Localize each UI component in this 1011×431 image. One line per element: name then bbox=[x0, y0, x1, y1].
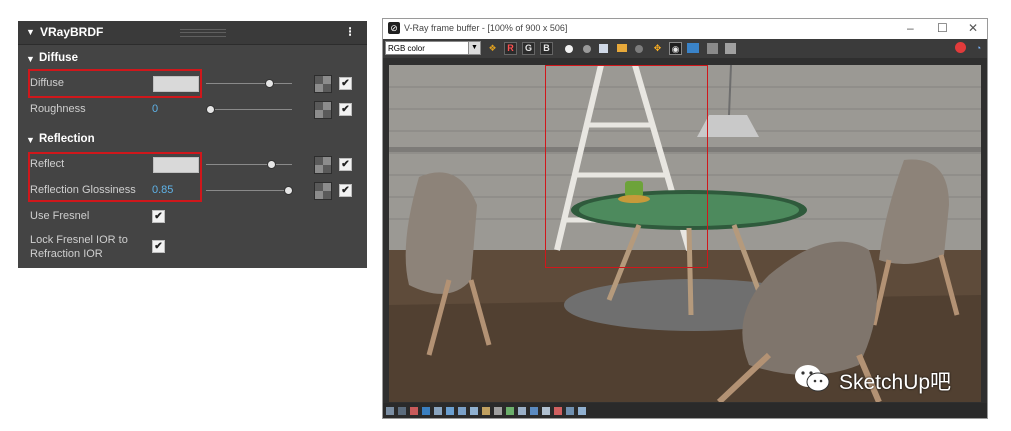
lock-fresnel-row: Lock Fresnel IOR to Refraction IOR ✔ bbox=[18, 232, 367, 264]
roughness-slider-track[interactable] bbox=[206, 109, 292, 110]
lock-fresnel-checkbox[interactable]: ✔ bbox=[152, 240, 165, 253]
roughness-value[interactable]: 0 bbox=[152, 103, 158, 115]
levels-icon[interactable] bbox=[494, 407, 502, 415]
wechat-icon bbox=[795, 365, 830, 392]
render-region-box[interactable] bbox=[545, 65, 708, 268]
section-reflection[interactable]: ▼ Reflection bbox=[18, 130, 367, 150]
hue-saturation-icon[interactable] bbox=[470, 407, 478, 415]
reflection-glossiness-texture-map-icon[interactable] bbox=[314, 182, 332, 200]
panel-title: VRayBRDF bbox=[40, 25, 104, 39]
lens-effects-icon[interactable] bbox=[422, 407, 430, 415]
collapse-icon[interactable]: ▼ bbox=[26, 54, 35, 64]
reflect-slider-knob[interactable] bbox=[267, 160, 276, 169]
lock-fresnel-label-line1: Lock Fresnel IOR to bbox=[30, 234, 128, 246]
clear-image-icon[interactable] bbox=[635, 45, 643, 53]
close-icon[interactable]: ✕ bbox=[968, 21, 978, 35]
monochrome-icon[interactable] bbox=[583, 45, 591, 53]
save-image-icon[interactable] bbox=[599, 44, 608, 53]
alpha-channel-icon[interactable] bbox=[565, 45, 573, 53]
chevron-down-icon[interactable]: ▼ bbox=[468, 42, 480, 54]
more-options-icon[interactable]: ⁝ bbox=[348, 24, 352, 40]
load-image-icon[interactable] bbox=[617, 44, 627, 52]
exposure-icon[interactable] bbox=[446, 407, 454, 415]
color-balance-icon[interactable] bbox=[482, 407, 490, 415]
reflection-highlight-box bbox=[28, 152, 202, 202]
section-diffuse[interactable]: ▼ Diffuse bbox=[18, 49, 367, 69]
reflect-slider-track[interactable] bbox=[206, 164, 292, 165]
vray-frame-buffer-window: ⊘ V-Ray frame buffer - [100% of 900 x 50… bbox=[382, 18, 988, 419]
vraybrdf-panel: ▼ VRayBRDF ⁝ ▼ Diffuse Diffuse ✔ Roughne… bbox=[18, 21, 367, 268]
panel-header[interactable]: ▼ VRayBRDF ⁝ bbox=[18, 21, 367, 45]
white-balance-icon[interactable] bbox=[458, 407, 466, 415]
channel-select-value: RGB color bbox=[388, 44, 425, 53]
roughness-label: Roughness bbox=[30, 103, 86, 115]
diffuse-texture-map-icon[interactable] bbox=[314, 75, 332, 93]
collapse-icon[interactable]: ▼ bbox=[26, 135, 35, 145]
blue-channel-button[interactable]: B bbox=[540, 42, 553, 55]
render-canvas[interactable]: SketchUp吧 bbox=[389, 65, 981, 402]
reflection-glossiness-slider-knob[interactable] bbox=[284, 186, 293, 195]
ocio-icon[interactable] bbox=[542, 407, 550, 415]
use-fresnel-row: Use Fresnel ✔ bbox=[18, 206, 367, 228]
drag-grip-icon[interactable] bbox=[180, 29, 226, 37]
red-channel-button[interactable]: R bbox=[504, 42, 517, 55]
background-image-icon[interactable] bbox=[518, 407, 526, 415]
window-titlebar[interactable]: ⊘ V-Ray frame buffer - [100% of 900 x 50… bbox=[383, 19, 987, 39]
history-icon[interactable] bbox=[386, 407, 394, 415]
roughness-row: Roughness 0 ✔ bbox=[18, 99, 367, 121]
diffuse-highlight-box bbox=[28, 69, 202, 98]
window-title: V-Ray frame buffer - [100% of 900 x 506] bbox=[404, 23, 568, 33]
track-mouse-icon[interactable]: ✥ bbox=[651, 42, 664, 55]
vfb-statusbar bbox=[383, 403, 987, 418]
image-info-icon[interactable] bbox=[398, 407, 406, 415]
display-correction-icon[interactable] bbox=[566, 407, 574, 415]
diffuse-slider-knob[interactable] bbox=[265, 79, 274, 88]
vfb-toolbar: RGB color ▼ ❖ R G B ✥ ◉ ◔ bbox=[383, 39, 987, 58]
lut-icon[interactable] bbox=[530, 407, 538, 415]
reflection-glossiness-enable-checkbox[interactable]: ✔ bbox=[339, 184, 352, 197]
stop-render-icon[interactable] bbox=[955, 42, 966, 53]
section-label: Diffuse bbox=[39, 52, 78, 64]
diffuse-slider-track[interactable] bbox=[206, 83, 292, 84]
curve-icon[interactable] bbox=[506, 407, 514, 415]
link-to-viewport-icon[interactable] bbox=[687, 43, 699, 53]
reflect-enable-checkbox[interactable]: ✔ bbox=[339, 158, 352, 171]
region-render-icon[interactable] bbox=[707, 43, 718, 54]
color-correction-icon[interactable] bbox=[410, 407, 418, 415]
render-icon[interactable]: ◔ bbox=[972, 42, 985, 55]
roughness-enable-checkbox[interactable]: ✔ bbox=[339, 103, 352, 116]
channel-select[interactable]: RGB color ▼ bbox=[385, 41, 481, 55]
render-region-icon[interactable]: ◉ bbox=[669, 42, 682, 55]
color-wheel-icon[interactable]: ❖ bbox=[486, 42, 499, 55]
reflect-texture-map-icon[interactable] bbox=[314, 156, 332, 174]
watermark-text: SketchUp吧 bbox=[839, 371, 952, 394]
use-fresnel-label: Use Fresnel bbox=[30, 210, 90, 222]
collapse-icon[interactable]: ▼ bbox=[26, 27, 35, 37]
section-label: Reflection bbox=[39, 133, 95, 145]
roughness-slider-knob[interactable] bbox=[206, 105, 215, 114]
diffuse-enable-checkbox[interactable]: ✔ bbox=[339, 77, 352, 90]
pixel-aspect-icon[interactable] bbox=[578, 407, 586, 415]
stereo-icon[interactable] bbox=[434, 407, 442, 415]
green-channel-button[interactable]: G bbox=[522, 42, 535, 55]
vray-logo-icon: ⊘ bbox=[388, 22, 400, 34]
maximize-icon[interactable]: ☐ bbox=[937, 21, 948, 35]
reflection-glossiness-slider-track[interactable] bbox=[206, 190, 292, 191]
minimize-icon[interactable]: – bbox=[907, 21, 914, 35]
last-render-icon[interactable] bbox=[725, 43, 736, 54]
use-fresnel-checkbox[interactable]: ✔ bbox=[152, 210, 165, 223]
icc-icon[interactable] bbox=[554, 407, 562, 415]
roughness-texture-map-icon[interactable] bbox=[314, 101, 332, 119]
lock-fresnel-label-line2: Refraction IOR bbox=[30, 248, 103, 260]
